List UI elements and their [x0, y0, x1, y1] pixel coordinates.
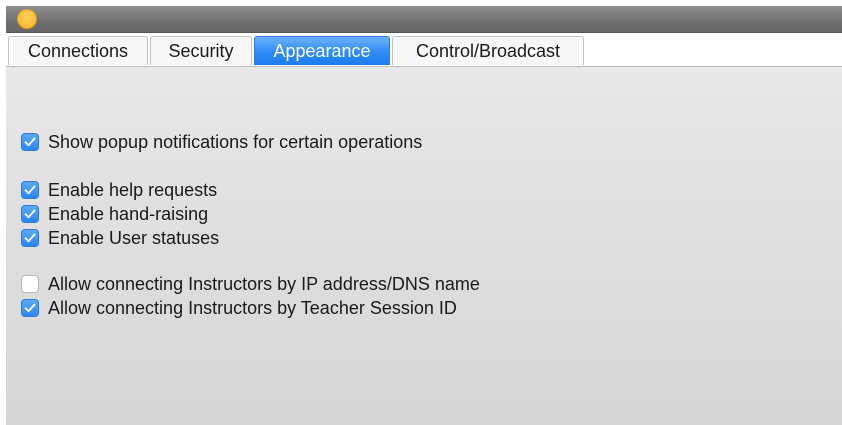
checkbox-checked-icon[interactable]: [21, 299, 39, 317]
option-label: Allow connecting Instructors by Teacher …: [48, 297, 457, 318]
minimize-button[interactable]: [17, 9, 37, 29]
checkbox-checked-icon[interactable]: [21, 205, 39, 223]
preferences-window: Connections Security Appearance Control/…: [6, 6, 842, 425]
option-label: Show popup notifications for certain ope…: [48, 131, 423, 152]
option-enable-hand-raising[interactable]: Enable hand-raising: [21, 203, 208, 225]
option-label: Enable hand-raising: [48, 203, 209, 224]
option-show-popup-notifications[interactable]: Show popup notifications for certain ope…: [21, 131, 422, 153]
option-enable-user-statuses[interactable]: Enable User statuses: [21, 227, 219, 249]
tab-bar: Connections Security Appearance Control/…: [6, 33, 842, 67]
checkbox-unchecked-icon[interactable]: [21, 275, 39, 293]
checkbox-checked-icon[interactable]: [21, 229, 39, 247]
tab-security[interactable]: Security: [150, 36, 252, 65]
tab-connections[interactable]: Connections: [8, 36, 148, 65]
option-enable-help-requests[interactable]: Enable help requests: [21, 179, 217, 201]
option-label: Enable help requests: [48, 179, 218, 200]
option-label: Enable User statuses: [48, 227, 220, 248]
checkbox-checked-icon[interactable]: [21, 181, 39, 199]
checkbox-checked-icon[interactable]: [21, 133, 39, 151]
option-allow-ip-dns[interactable]: Allow connecting Instructors by IP addre…: [21, 273, 480, 295]
tab-control-broadcast[interactable]: Control/Broadcast: [392, 36, 584, 65]
tab-appearance[interactable]: Appearance: [254, 36, 390, 65]
title-bar: [6, 6, 842, 33]
option-allow-teacher-session-id[interactable]: Allow connecting Instructors by Teacher …: [21, 297, 457, 319]
appearance-panel: Show popup notifications for certain ope…: [6, 67, 842, 425]
option-label: Allow connecting Instructors by IP addre…: [48, 273, 480, 294]
